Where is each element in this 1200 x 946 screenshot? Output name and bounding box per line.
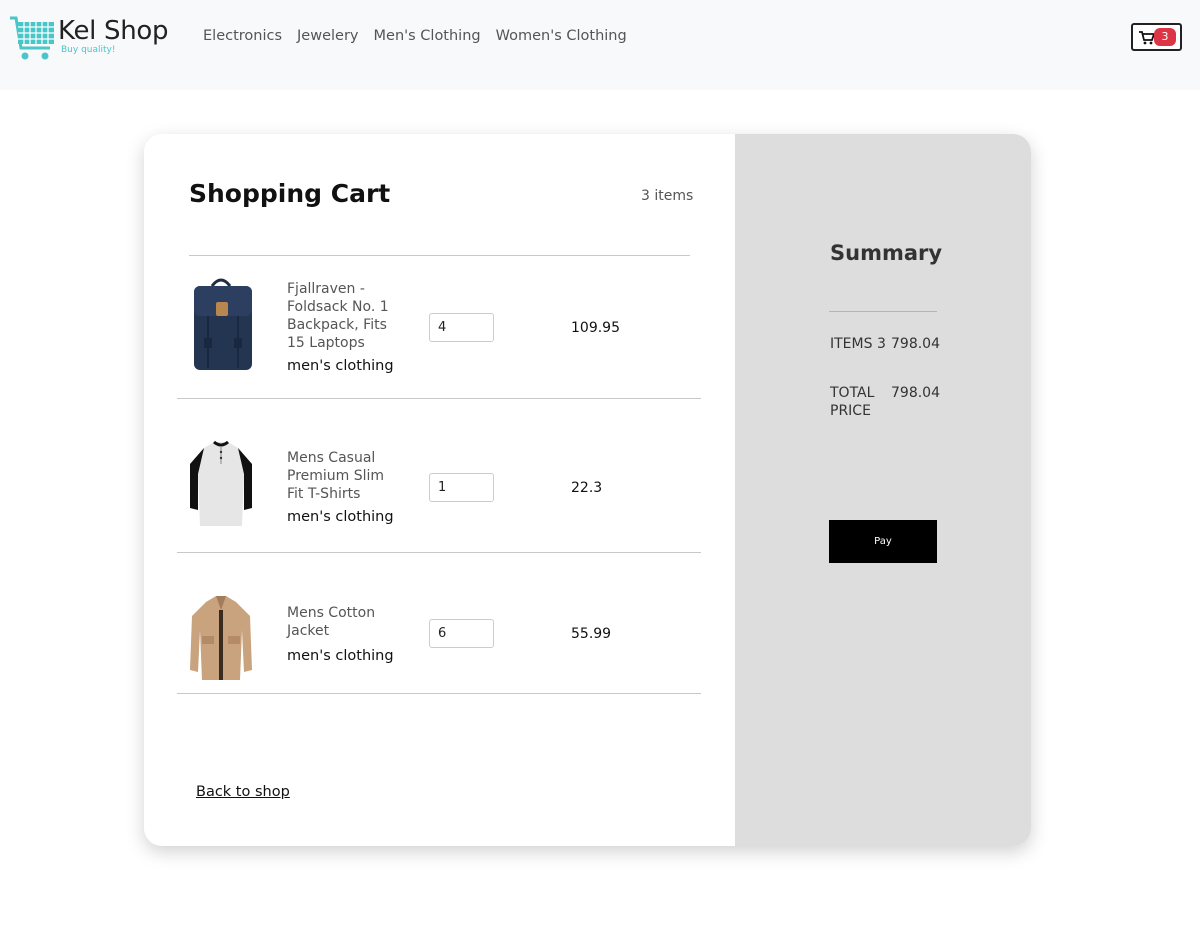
shopping-cart-logo-icon [10,16,54,60]
nav-link-jewelery[interactable]: Jewelery [297,28,358,44]
item-price: 55.99 [571,626,612,642]
cart-card: Shopping Cart 3 items Fjallraven - Folds… [144,134,1031,846]
cart-button[interactable]: 3 [1131,23,1182,51]
cart-pane: Shopping Cart 3 items Fjallraven - Folds… [144,134,735,846]
nav-link-electronics[interactable]: Electronics [203,28,282,44]
nav-links: Electronics Jewelery Men's Clothing Wome… [203,28,627,44]
raglan-shirt-image [190,440,252,526]
item-name: Fjallraven - Foldsack No. 1 Backpack, Fi… [287,281,389,351]
item-name: Mens Cotton Jacket [287,605,376,639]
summary-pane: Summary ITEMS 3 798.04 TOTAL PRICE 798.0… [735,134,1031,846]
summary-items-row: ITEMS 3 798.04 [830,335,940,353]
jacket-image [190,596,252,680]
quantity-input[interactable] [429,313,494,342]
item-category: men's clothing [287,358,394,374]
nav-link-womens-clothing[interactable]: Women's Clothing [496,28,627,44]
cart-count-badge: 3 [1154,28,1176,46]
item-category: men's clothing [287,648,394,664]
divider [177,693,701,694]
pay-button[interactable]: Pay [829,520,937,563]
divider [829,311,937,312]
summary-title: Summary [830,241,943,265]
item-price: 22.3 [571,480,603,496]
summary-total-row: TOTAL PRICE 798.04 [830,384,940,420]
divider [177,398,701,399]
cart-icon [1139,31,1155,45]
divider [177,552,701,553]
cart-item-count: 3 items [641,188,694,204]
item-price: 109.95 [571,320,620,336]
nav-link-mens-clothing[interactable]: Men's Clothing [374,28,481,44]
item-category: men's clothing [287,509,394,525]
quantity-input[interactable] [429,619,494,648]
brand-name: Kel Shop [58,16,169,46]
summary-total-label: TOTAL PRICE [830,385,875,419]
summary-items-total: 798.04 [891,336,940,352]
navbar: Kel Shop Buy quality! Electronics Jewele… [0,0,1200,90]
back-to-shop-link[interactable]: Back to shop [196,784,290,800]
page-title: Shopping Cart [189,179,391,208]
brand-logo[interactable]: Kel Shop Buy quality! [8,12,169,64]
brand-tagline: Buy quality! [61,45,116,55]
summary-total-value: 798.04 [891,385,940,401]
quantity-input[interactable] [429,473,494,502]
divider [189,255,690,256]
backpack-image [194,278,252,370]
item-name: Mens Casual Premium Slim Fit T-Shirts [287,450,385,502]
summary-items-label: ITEMS 3 [830,336,886,352]
